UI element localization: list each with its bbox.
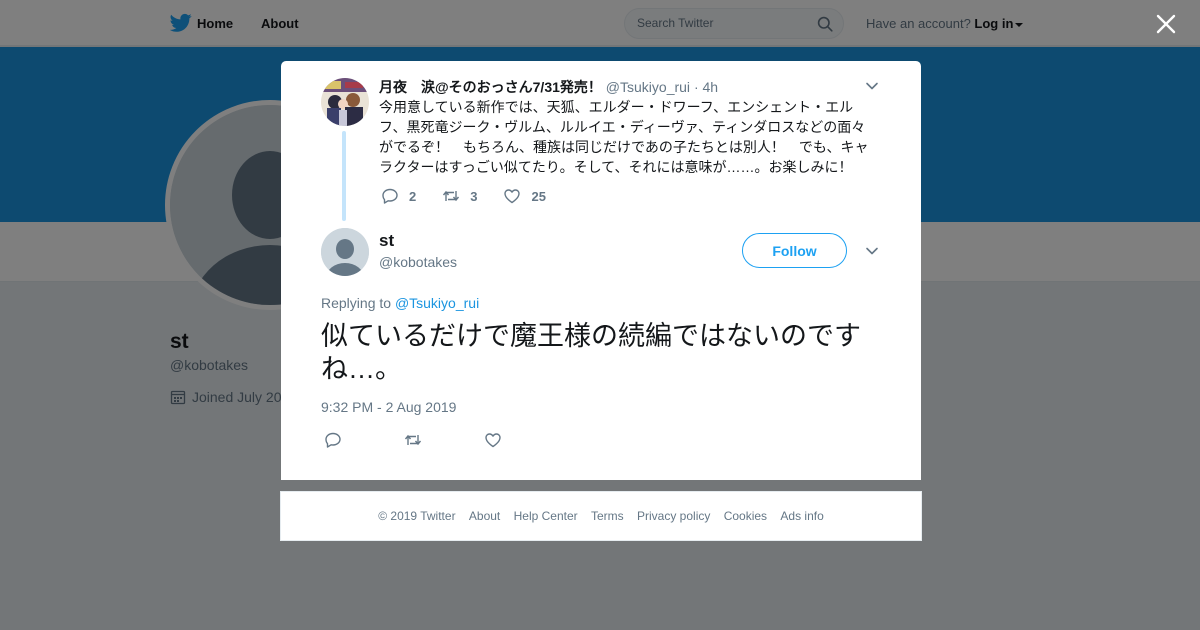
parent-author-name[interactable]: 月夜 涙@そのおっさん7/31発売！ [379, 79, 602, 95]
replying-prefix: Replying to [321, 295, 392, 311]
dot-separator: · [693, 79, 699, 95]
retweet-icon [443, 190, 460, 202]
thread-connector [342, 131, 346, 221]
reply-icon[interactable] [324, 431, 342, 449]
footer-link-cookies[interactable]: Cookies [724, 509, 767, 523]
retweet-icon[interactable] [404, 431, 422, 449]
replying-to: Replying to @Tsukiyo_rui [321, 295, 479, 311]
parent-tweet-actions: 2 3 25 [381, 187, 572, 205]
footer-link-terms[interactable]: Terms [591, 509, 624, 523]
parent-author-handle[interactable]: @Tsukiyo_rui [606, 79, 690, 95]
tweet-author-name[interactable]: st [379, 231, 394, 251]
footer-link-ads-info[interactable]: Ads info [780, 509, 823, 523]
tweet-text: 似ているだけで魔王様の続編ではないのですね…。 [321, 321, 861, 384]
reply-icon [382, 188, 398, 204]
parent-tweet-time[interactable]: 4h [703, 79, 719, 95]
reply-button[interactable]: 2 [381, 187, 416, 205]
replying-handle-link[interactable]: @Tsukiyo_rui [395, 295, 479, 311]
parent-tweet-text: 今用意している新作では、天狐、エルダー・ドワーフ、エンシェント・エルフ、黒死竜ジ… [379, 99, 869, 175]
tweet-actions [324, 431, 524, 451]
tweet-author-avatar[interactable] [321, 228, 369, 276]
parent-tweet-header: 月夜 涙@そのおっさん7/31発売！ @Tsukiyo_rui · 4h [379, 77, 718, 97]
anime-avatar-icon [321, 78, 369, 126]
footer-copyright: © 2019 Twitter [378, 509, 456, 523]
chevron-down-icon[interactable] [865, 79, 879, 93]
heart-icon[interactable] [484, 431, 502, 449]
retweet-count: 3 [470, 188, 478, 204]
default-avatar-icon [321, 228, 369, 276]
reply-count: 2 [409, 188, 417, 204]
footer-links: © 2019 Twitter About Help Center Terms P… [281, 509, 921, 523]
footer-link-about[interactable]: About [469, 509, 500, 523]
tweet-author-handle[interactable]: @kobotakes [379, 254, 457, 270]
close-icon[interactable] [1154, 12, 1178, 36]
tweet-timestamp[interactable]: 9:32 PM - 2 Aug 2019 [321, 399, 456, 415]
site-footer: © 2019 Twitter About Help Center Terms P… [280, 491, 922, 541]
follow-button[interactable]: Follow [742, 233, 847, 268]
footer-link-help-center[interactable]: Help Center [514, 509, 578, 523]
tweet-permalink-modal: 月夜 涙@そのおっさん7/31発売！ @Tsukiyo_rui · 4h 今用意… [281, 61, 921, 480]
footer-link-privacy[interactable]: Privacy policy [637, 509, 710, 523]
like-count: 25 [531, 188, 546, 204]
chevron-down-icon[interactable] [865, 244, 879, 258]
heart-icon [504, 189, 521, 204]
like-button[interactable]: 25 [503, 187, 546, 205]
parent-author-avatar[interactable] [321, 78, 369, 126]
retweet-button[interactable]: 3 [442, 187, 477, 205]
